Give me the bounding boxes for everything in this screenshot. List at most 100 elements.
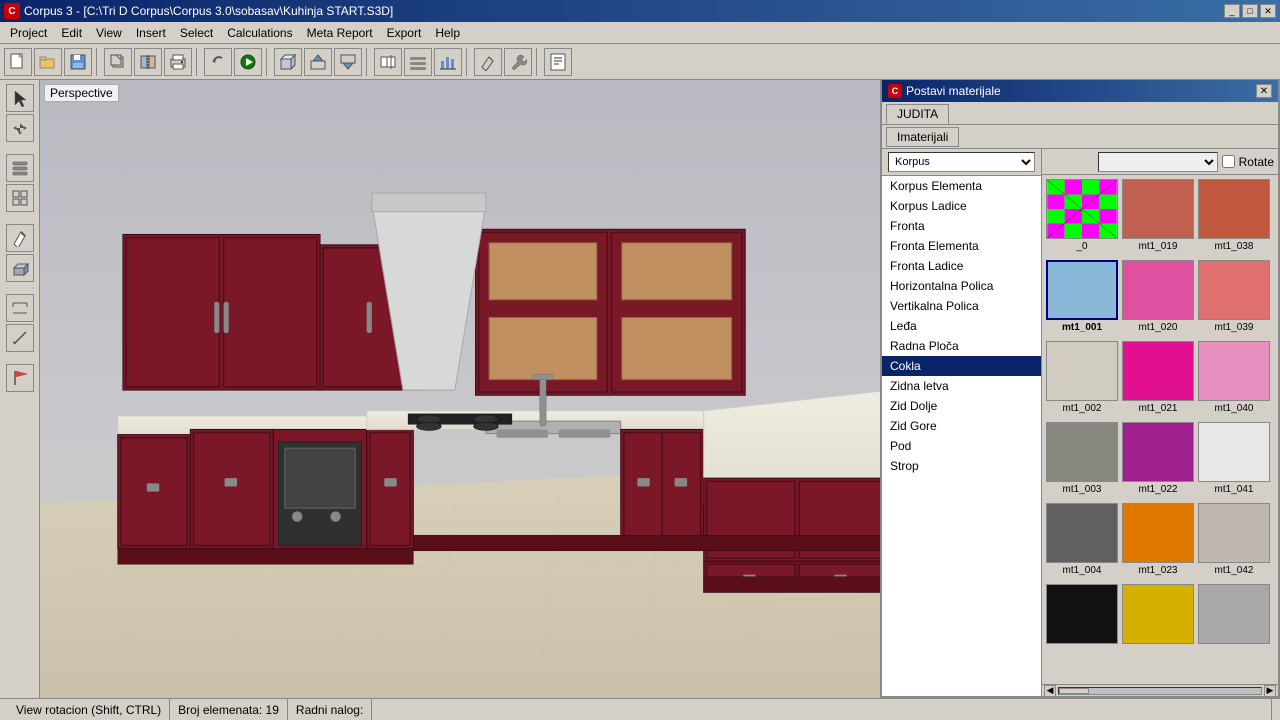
korpus-dropdown[interactable]: Korpus [888,152,1035,172]
tb-tools[interactable] [404,48,432,76]
parts-item[interactable]: Pod [882,436,1041,456]
parts-item[interactable]: Fronta [882,216,1041,236]
mat-row-5 [1046,584,1274,644]
menu-select[interactable]: Select [174,24,219,42]
panel-title: Postavi materijale [906,84,1001,98]
tb-export[interactable] [304,48,332,76]
parts-item[interactable]: Korpus Elementa [882,176,1041,196]
mat-cell-scroll-yellow[interactable] [1122,584,1194,644]
menu-edit[interactable]: Edit [55,24,88,42]
tb-run[interactable] [234,48,262,76]
menu-meta-report[interactable]: Meta Report [301,24,379,42]
menu-help[interactable]: Help [429,24,466,42]
mat-cell-020[interactable]: mt1_020 [1122,260,1194,333]
title-bar-controls[interactable]: _ □ ✕ [1224,4,1276,18]
parts-item[interactable]: Radna Ploča [882,336,1041,356]
mat-label-019: mt1_019 [1139,241,1178,252]
mat-swatch-021 [1122,341,1194,401]
lt-grid[interactable] [6,184,34,212]
scroll-track[interactable] [1058,687,1262,695]
mat-swatch-bottom2 [1122,584,1194,644]
tb-sep6 [536,48,540,76]
mat-swatch-020 [1122,260,1194,320]
mat-label-042: mt1_042 [1215,565,1254,576]
tb-copy-special[interactable] [104,48,132,76]
maximize-button[interactable]: □ [1242,4,1258,18]
parts-item[interactable]: Cokla [882,356,1041,376]
parts-item[interactable]: Horizontalna Polica [882,276,1041,296]
mat-cell-scroll-gray[interactable] [1198,584,1270,644]
lt-dimension[interactable] [6,294,34,322]
material-panel-body: Korpus Korpus ElementaKorpus LadiceFront… [882,149,1278,696]
mat-swatch-042 [1198,503,1270,563]
mat-cell-039[interactable]: mt1_039 [1198,260,1270,333]
mat-cell-041[interactable]: mt1_041 [1198,422,1270,495]
mat-label-004: mt1_004 [1063,565,1102,576]
viewport[interactable]: Perspective [40,80,880,698]
lt-move[interactable] [6,114,34,142]
mat-cell-001[interactable]: mt1_001 [1046,260,1118,333]
scroll-left-button[interactable]: ◀ [1044,685,1056,697]
parts-item[interactable]: Leđa [882,316,1041,336]
tb-open[interactable] [34,48,62,76]
parts-list: Korpus Korpus ElementaKorpus LadiceFront… [882,149,1042,696]
menu-insert[interactable]: Insert [130,24,172,42]
tb-import[interactable] [334,48,362,76]
lt-select[interactable] [6,84,34,112]
lt-flag[interactable] [6,364,34,392]
parts-item[interactable]: Zid Gore [882,416,1041,436]
mat-cell-004[interactable]: mt1_004 [1046,503,1118,576]
mat-cell-003[interactable]: mt1_003 [1046,422,1118,495]
tb-copy-obj[interactable] [374,48,402,76]
material-filter-dropdown[interactable] [1098,152,1218,172]
lt-extrude[interactable] [6,254,34,282]
tb-print[interactable] [164,48,192,76]
lt-draw[interactable] [6,224,34,252]
mat-cell-022[interactable]: mt1_022 [1122,422,1194,495]
parts-item[interactable]: Zid Dolje [882,396,1041,416]
parts-item[interactable]: Strop [882,456,1041,476]
menu-export[interactable]: Export [381,24,428,42]
parts-item[interactable]: Fronta Ladice [882,256,1041,276]
tb-3d-box[interactable] [274,48,302,76]
panel-close-button[interactable]: ✕ [1256,84,1272,98]
menu-project[interactable]: Project [4,24,53,42]
mat-cell-021[interactable]: mt1_021 [1122,341,1194,414]
parts-item[interactable]: Korpus Ladice [882,196,1041,216]
mat-cell-scroll-black[interactable] [1046,584,1118,644]
scroll-thumb[interactable] [1059,688,1089,694]
mat-cell-042[interactable]: mt1_042 [1198,503,1270,576]
mat-cell-019[interactable]: mt1_019 [1122,179,1194,252]
minimize-button[interactable]: _ [1224,4,1240,18]
lt-layers[interactable] [6,154,34,182]
viewport-label: Perspective [44,84,119,102]
tb-new[interactable] [4,48,32,76]
mat-cell-038[interactable]: mt1_038 [1198,179,1270,252]
mat-cell-0[interactable]: _0 [1046,179,1118,252]
mat-cell-002[interactable]: mt1_002 [1046,341,1118,414]
parts-item[interactable]: Vertikalna Polica [882,296,1041,316]
menu-view[interactable]: View [90,24,128,42]
tb-wrench[interactable] [504,48,532,76]
scroll-right-button[interactable]: ▶ [1264,685,1276,697]
tb-undo[interactable] [204,48,232,76]
material-grid: _0 mt1_019 mt1_038 [1042,175,1278,684]
material-grid-controls: Rotate [1042,149,1278,175]
mat-label-023: mt1_023 [1139,565,1178,576]
tb-save[interactable] [64,48,92,76]
parts-item[interactable]: Zidna letva [882,376,1041,396]
menu-calculations[interactable]: Calculations [221,24,298,42]
tb-edit-tool[interactable] [474,48,502,76]
tb-mirror[interactable] [134,48,162,76]
tab-imaterijali[interactable]: Imaterijali [886,127,959,147]
tb-report[interactable] [544,48,572,76]
close-button[interactable]: ✕ [1260,4,1276,18]
lt-measure[interactable] [6,324,34,352]
rotate-checkbox[interactable] [1222,155,1235,168]
mat-cell-040[interactable]: mt1_040 [1198,341,1270,414]
tb-chart[interactable] [434,48,462,76]
mat-cell-023[interactable]: mt1_023 [1122,503,1194,576]
mat-label-003: mt1_003 [1063,484,1102,495]
parts-item[interactable]: Fronta Elementa [882,236,1041,256]
tab-judita[interactable]: JUDITA [886,104,949,124]
